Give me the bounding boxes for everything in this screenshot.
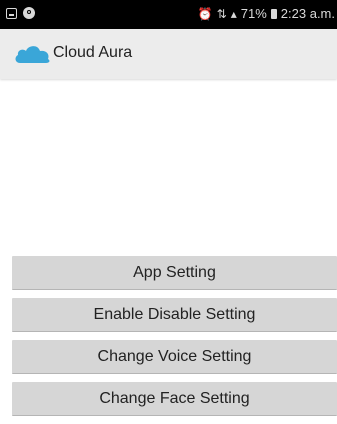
app-bar: Cloud Aura xyxy=(0,29,337,79)
change-face-setting-button[interactable]: Change Face Setting xyxy=(12,382,337,416)
enable-disable-setting-button[interactable]: Enable Disable Setting xyxy=(12,298,337,332)
status-right: ⏰ ⇅ ▴ 71% 2:23 a.m. xyxy=(198,6,335,21)
app-title: Cloud Aura xyxy=(53,44,133,61)
signal-icon: ▴ xyxy=(230,6,237,21)
battery-percent: 71% xyxy=(240,6,267,21)
settings-list: App Setting Enable Disable Setting Chang… xyxy=(12,256,337,424)
cloud-icon xyxy=(15,46,50,63)
notification-icon xyxy=(23,7,35,19)
status-bar: ⏰ ⇅ ▴ 71% 2:23 a.m. xyxy=(0,0,337,29)
alarm-icon: ⏰ xyxy=(197,6,213,21)
clock: 2:23 a.m. xyxy=(280,6,335,21)
change-voice-setting-button[interactable]: Change Voice Setting xyxy=(12,340,337,374)
data-transfer-icon: ⇅ xyxy=(216,6,227,21)
app-setting-button[interactable]: App Setting xyxy=(12,256,337,290)
screenshot-icon xyxy=(6,7,17,19)
status-left-icons xyxy=(6,7,35,19)
battery-icon xyxy=(270,8,277,19)
